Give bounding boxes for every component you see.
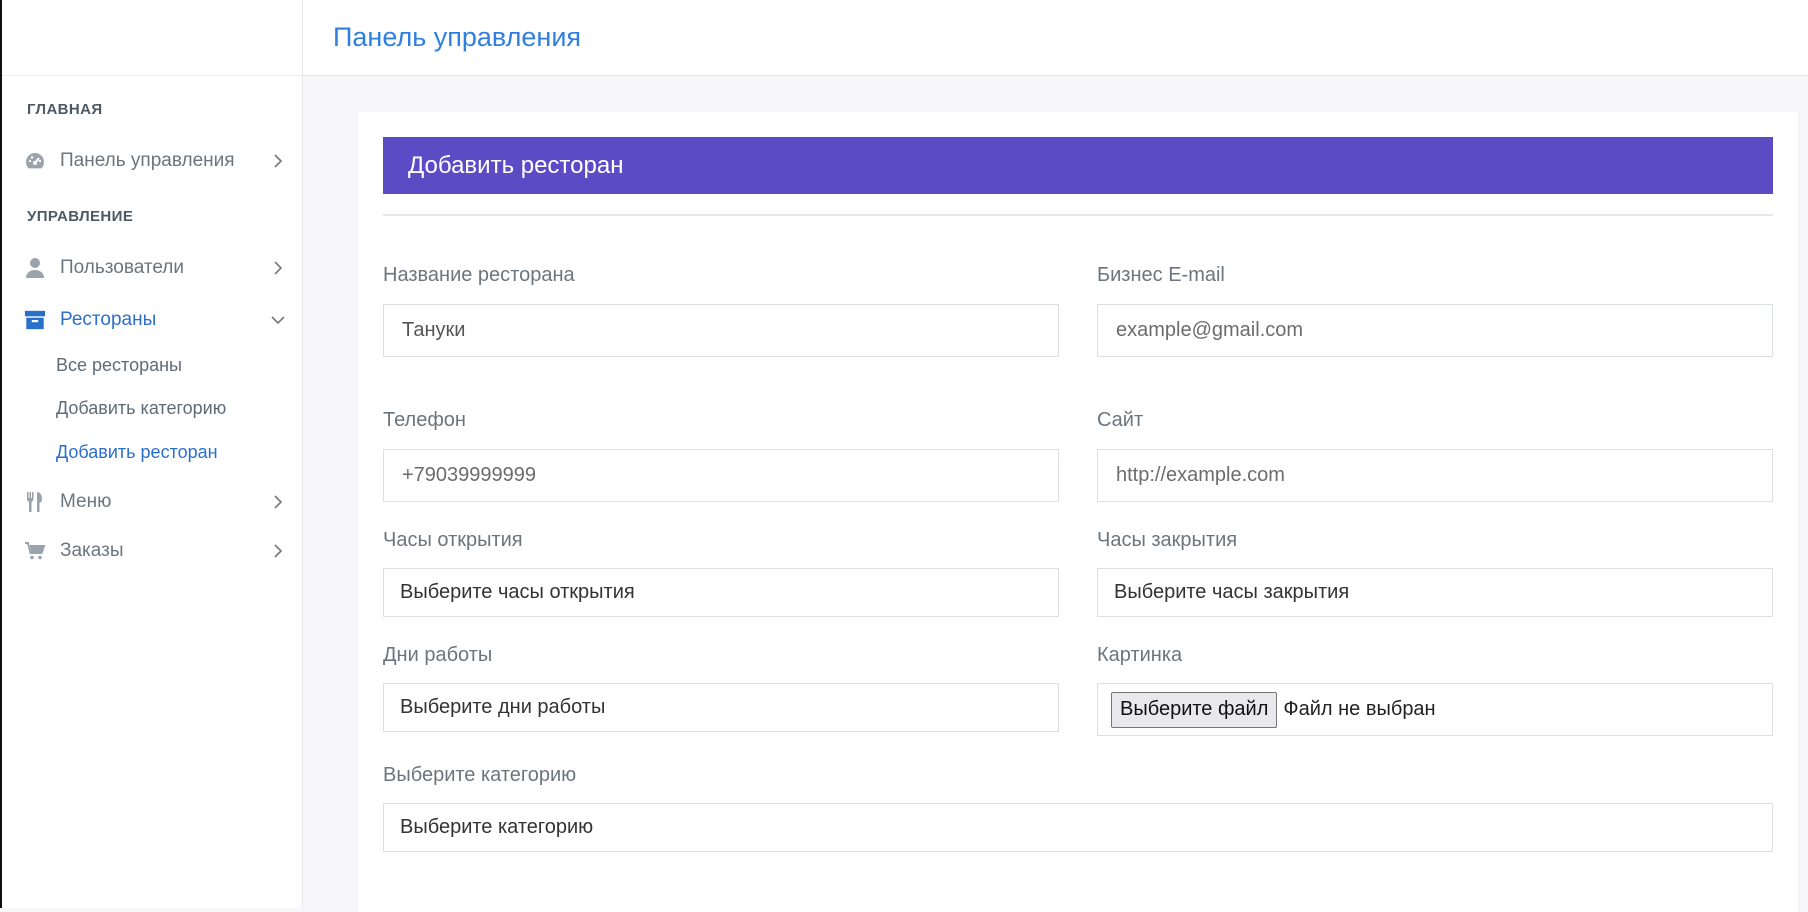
- work-days-select[interactable]: Выберите дни работы: [383, 683, 1059, 732]
- open-hours-select[interactable]: Выберите часы открытия: [383, 568, 1059, 617]
- page-title[interactable]: Панель управления: [333, 22, 581, 53]
- sidebar-item-label: Рестораны: [60, 309, 157, 330]
- chevron-right-icon: [274, 261, 283, 275]
- archive-icon: [24, 309, 46, 331]
- sidebar-subitem-all-restaurants[interactable]: Все рестораны: [2, 343, 302, 387]
- category-label: Выберите категорию: [383, 764, 577, 786]
- close-hours-select[interactable]: Выберите часы закрытия: [1097, 568, 1773, 617]
- close-hours-selected: Выберите часы закрытия: [1114, 581, 1350, 603]
- sidebar: ГЛАВНАЯ Панель управления УПРАВЛЕНИЕ Пол…: [2, 0, 303, 908]
- sidebar-item-label: Панель управления: [60, 150, 235, 171]
- choose-file-button[interactable]: Выберите файл: [1111, 691, 1278, 728]
- sidebar-item-restaurants[interactable]: Рестораны: [2, 295, 302, 345]
- site-label: Сайт: [1097, 409, 1144, 431]
- sidebar-item-orders[interactable]: Заказы: [2, 526, 302, 576]
- nav-section-manage: УПРАВЛЕНИЕ: [27, 208, 134, 225]
- business-email-input[interactable]: [1114, 304, 1772, 357]
- sidebar-brand: [2, 0, 302, 76]
- phone-field[interactable]: [383, 449, 1059, 502]
- sidebar-item-label: Заказы: [60, 540, 124, 561]
- phone-input[interactable]: [400, 449, 1058, 502]
- card-title: Добавить ресторан: [408, 151, 624, 179]
- category-selected: Выберите категорию: [400, 816, 594, 838]
- divider: [383, 214, 1773, 216]
- user-icon: [24, 257, 46, 279]
- work-days-label: Дни работы: [383, 644, 493, 666]
- sidebar-subitem-add-category[interactable]: Добавить категорию: [2, 386, 302, 430]
- sidebar-item-dashboard[interactable]: Панель управления: [2, 136, 302, 186]
- chevron-right-icon: [274, 495, 283, 509]
- card-header: Добавить ресторан: [383, 137, 1773, 194]
- restaurant-name-input[interactable]: [400, 304, 1058, 357]
- top-bar: Панель управления: [303, 0, 1808, 76]
- chevron-right-icon: [274, 154, 283, 168]
- category-select[interactable]: Выберите категорию: [383, 803, 1773, 852]
- add-restaurant-card: Добавить ресторан Название ресторана Биз…: [358, 112, 1798, 912]
- dashboard-icon: [24, 150, 46, 172]
- restaurant-name-label: Название ресторана: [383, 264, 575, 286]
- cart-icon: [24, 540, 46, 562]
- phone-label: Телефон: [383, 409, 466, 431]
- file-status: Файл не выбран: [1283, 698, 1436, 720]
- site-field[interactable]: [1097, 449, 1773, 502]
- close-hours-label: Часы закрытия: [1097, 529, 1238, 551]
- image-file-field[interactable]: Выберите файл Файл не выбран: [1097, 683, 1773, 736]
- open-hours-label: Часы открытия: [383, 529, 523, 551]
- chevron-down-icon: [271, 316, 285, 325]
- site-input[interactable]: [1114, 449, 1772, 502]
- business-email-field[interactable]: [1097, 304, 1773, 357]
- sidebar-item-label: Меню: [60, 491, 112, 512]
- sidebar-item-label: Пользователи: [60, 257, 185, 278]
- image-label: Картинка: [1097, 644, 1183, 666]
- sidebar-item-users[interactable]: Пользователи: [2, 243, 302, 293]
- open-hours-selected: Выберите часы открытия: [400, 581, 635, 603]
- chevron-right-icon: [274, 544, 283, 558]
- work-days-selected: Выберите дни работы: [400, 696, 606, 718]
- nav-section-main: ГЛАВНАЯ: [27, 101, 103, 118]
- restaurant-name-field[interactable]: [383, 304, 1059, 357]
- sidebar-subitem-add-restaurant[interactable]: Добавить ресторан: [2, 430, 302, 474]
- utensils-icon: [24, 491, 46, 513]
- sidebar-item-menu[interactable]: Меню: [2, 477, 302, 527]
- business-email-label: Бизнес E-mail: [1097, 264, 1225, 286]
